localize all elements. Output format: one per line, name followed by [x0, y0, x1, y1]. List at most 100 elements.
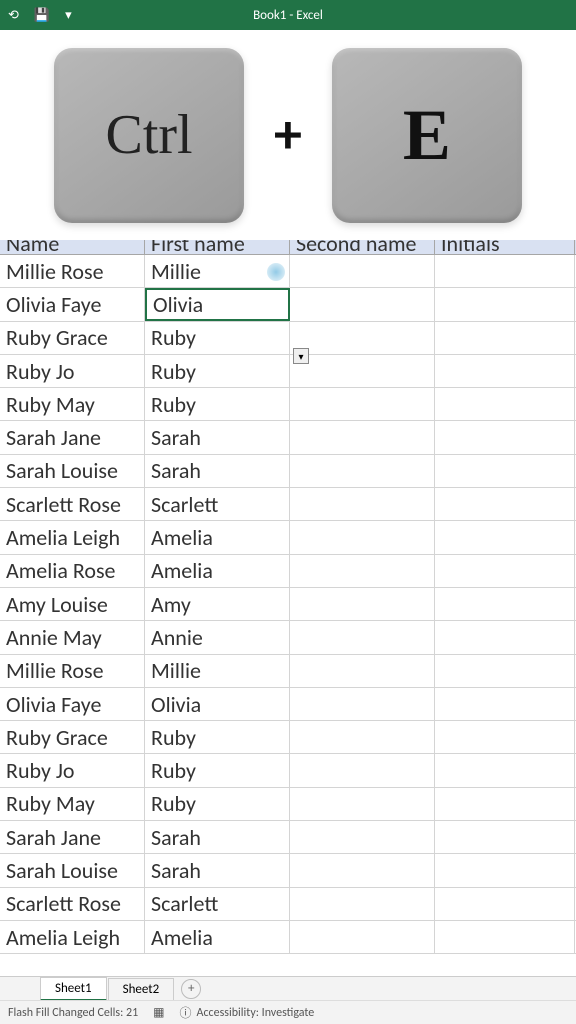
- macro-icon[interactable]: ▦: [153, 1005, 164, 1020]
- cell-first-name[interactable]: Amy: [145, 588, 290, 620]
- cell-initials[interactable]: [435, 921, 575, 953]
- cell-initials[interactable]: [435, 455, 575, 487]
- cell-initials[interactable]: [435, 488, 575, 520]
- save-icon[interactable]: 💾: [34, 8, 50, 23]
- cell-name[interactable]: Ruby May: [0, 788, 145, 820]
- cell-second-name[interactable]: [290, 388, 435, 420]
- cell-name[interactable]: Ruby May: [0, 388, 145, 420]
- cell-name[interactable]: Ruby Jo: [0, 355, 145, 387]
- cell-initials[interactable]: [435, 721, 575, 753]
- cell-name[interactable]: Millie Rose: [0, 255, 145, 287]
- cell-initials[interactable]: [435, 521, 575, 553]
- flash-fill-status[interactable]: Flash Fill Changed Cells: 21: [8, 1006, 138, 1020]
- cell-name[interactable]: Annie May: [0, 621, 145, 653]
- cell-first-name[interactable]: Ruby: [145, 355, 290, 387]
- cell-first-name[interactable]: Sarah: [145, 455, 290, 487]
- cell-initials[interactable]: [435, 421, 575, 453]
- cell-initials[interactable]: [435, 788, 575, 820]
- cell-second-name[interactable]: [290, 788, 435, 820]
- cell-first-name[interactable]: Scarlett: [145, 488, 290, 520]
- cell-first-name[interactable]: Amelia: [145, 521, 290, 553]
- cell-second-name[interactable]: [290, 255, 435, 287]
- cell-initials[interactable]: [435, 322, 575, 354]
- cell-first-name[interactable]: Sarah: [145, 821, 290, 853]
- cell-second-name[interactable]: [290, 655, 435, 687]
- cell-second-name[interactable]: [290, 521, 435, 553]
- sheet-tab-2[interactable]: Sheet2: [108, 978, 175, 1000]
- cell-first-name[interactable]: Millie: [145, 655, 290, 687]
- cell-initials[interactable]: [435, 255, 575, 287]
- cell-second-name[interactable]: [290, 421, 435, 453]
- cell-first-name[interactable]: Ruby: [145, 322, 290, 354]
- cell-first-name[interactable]: Ruby: [145, 388, 290, 420]
- cell-initials[interactable]: [435, 688, 575, 720]
- spreadsheet-grid[interactable]: Name First name Second name Initials Mil…: [0, 240, 576, 966]
- cell-initials[interactable]: [435, 588, 575, 620]
- cell-second-name[interactable]: [290, 688, 435, 720]
- cell-first-name[interactable]: Amelia: [145, 921, 290, 953]
- cell-first-name[interactable]: Olivia: [145, 288, 290, 320]
- cell-name[interactable]: Sarah Louise: [0, 854, 145, 886]
- cell-initials[interactable]: [435, 854, 575, 886]
- cell-name[interactable]: Ruby Grace: [0, 721, 145, 753]
- cell-second-name[interactable]: [290, 888, 435, 920]
- cell-initials[interactable]: [435, 388, 575, 420]
- more-icon[interactable]: ▾: [65, 8, 72, 23]
- cell-first-name[interactable]: Scarlett: [145, 888, 290, 920]
- cell-name[interactable]: Olivia Faye: [0, 688, 145, 720]
- cell-name[interactable]: Sarah Jane: [0, 821, 145, 853]
- cell-initials[interactable]: [435, 555, 575, 587]
- cell-name[interactable]: Amelia Leigh: [0, 521, 145, 553]
- autosave-icon[interactable]: ⟲: [8, 8, 19, 23]
- cell-second-name[interactable]: [290, 921, 435, 953]
- cell-second-name[interactable]: [290, 588, 435, 620]
- cell-first-name[interactable]: Ruby: [145, 788, 290, 820]
- cell-second-name[interactable]: [290, 854, 435, 886]
- cell-first-name[interactable]: Annie: [145, 621, 290, 653]
- cell-second-name[interactable]: [290, 355, 435, 387]
- cell-initials[interactable]: [435, 888, 575, 920]
- flash-fill-smart-tag[interactable]: ▾: [293, 348, 309, 364]
- header-initials[interactable]: Initials: [435, 240, 575, 254]
- header-second-name[interactable]: Second name: [290, 240, 435, 254]
- cell-first-name[interactable]: Ruby: [145, 721, 290, 753]
- cell-second-name[interactable]: [290, 821, 435, 853]
- status-bar: Flash Fill Changed Cells: 21 ▦ ⓘ Accessi…: [0, 1000, 576, 1024]
- cell-second-name[interactable]: [290, 721, 435, 753]
- cell-second-name[interactable]: [290, 488, 435, 520]
- cell-first-name[interactable]: Olivia: [145, 688, 290, 720]
- cell-initials[interactable]: [435, 821, 575, 853]
- accessibility-status[interactable]: ⓘ Accessibility: Investigate: [180, 1004, 315, 1021]
- add-sheet-button[interactable]: +: [181, 979, 201, 999]
- cell-name[interactable]: Ruby Grace: [0, 322, 145, 354]
- cell-initials[interactable]: [435, 655, 575, 687]
- cell-second-name[interactable]: [290, 288, 435, 320]
- cell-initials[interactable]: [435, 288, 575, 320]
- cell-second-name[interactable]: [290, 621, 435, 653]
- sheet-tab-1[interactable]: Sheet1: [40, 977, 107, 1001]
- cell-name[interactable]: Olivia Faye: [0, 288, 145, 320]
- cell-initials[interactable]: [435, 355, 575, 387]
- cell-name[interactable]: Millie Rose: [0, 655, 145, 687]
- cell-name[interactable]: Amelia Rose: [0, 555, 145, 587]
- cell-name[interactable]: Scarlett Rose: [0, 888, 145, 920]
- cell-second-name[interactable]: [290, 322, 435, 354]
- cell-initials[interactable]: [435, 754, 575, 786]
- cell-name[interactable]: Ruby Jo: [0, 754, 145, 786]
- cell-second-name[interactable]: [290, 754, 435, 786]
- cell-second-name[interactable]: [290, 555, 435, 587]
- header-first-name[interactable]: First name: [145, 240, 290, 254]
- cell-name[interactable]: Sarah Louise: [0, 455, 145, 487]
- cell-first-name[interactable]: Sarah: [145, 421, 290, 453]
- cell-first-name[interactable]: Sarah: [145, 854, 290, 886]
- cell-name[interactable]: Scarlett Rose: [0, 488, 145, 520]
- cell-first-name[interactable]: Amelia: [145, 555, 290, 587]
- cell-name[interactable]: Sarah Jane: [0, 421, 145, 453]
- cell-first-name[interactable]: Ruby: [145, 754, 290, 786]
- cell-first-name[interactable]: Millie: [145, 255, 290, 287]
- cell-initials[interactable]: [435, 621, 575, 653]
- cell-second-name[interactable]: [290, 455, 435, 487]
- cell-name[interactable]: Amelia Leigh: [0, 921, 145, 953]
- cell-name[interactable]: Amy Louise: [0, 588, 145, 620]
- header-name[interactable]: Name: [0, 240, 145, 254]
